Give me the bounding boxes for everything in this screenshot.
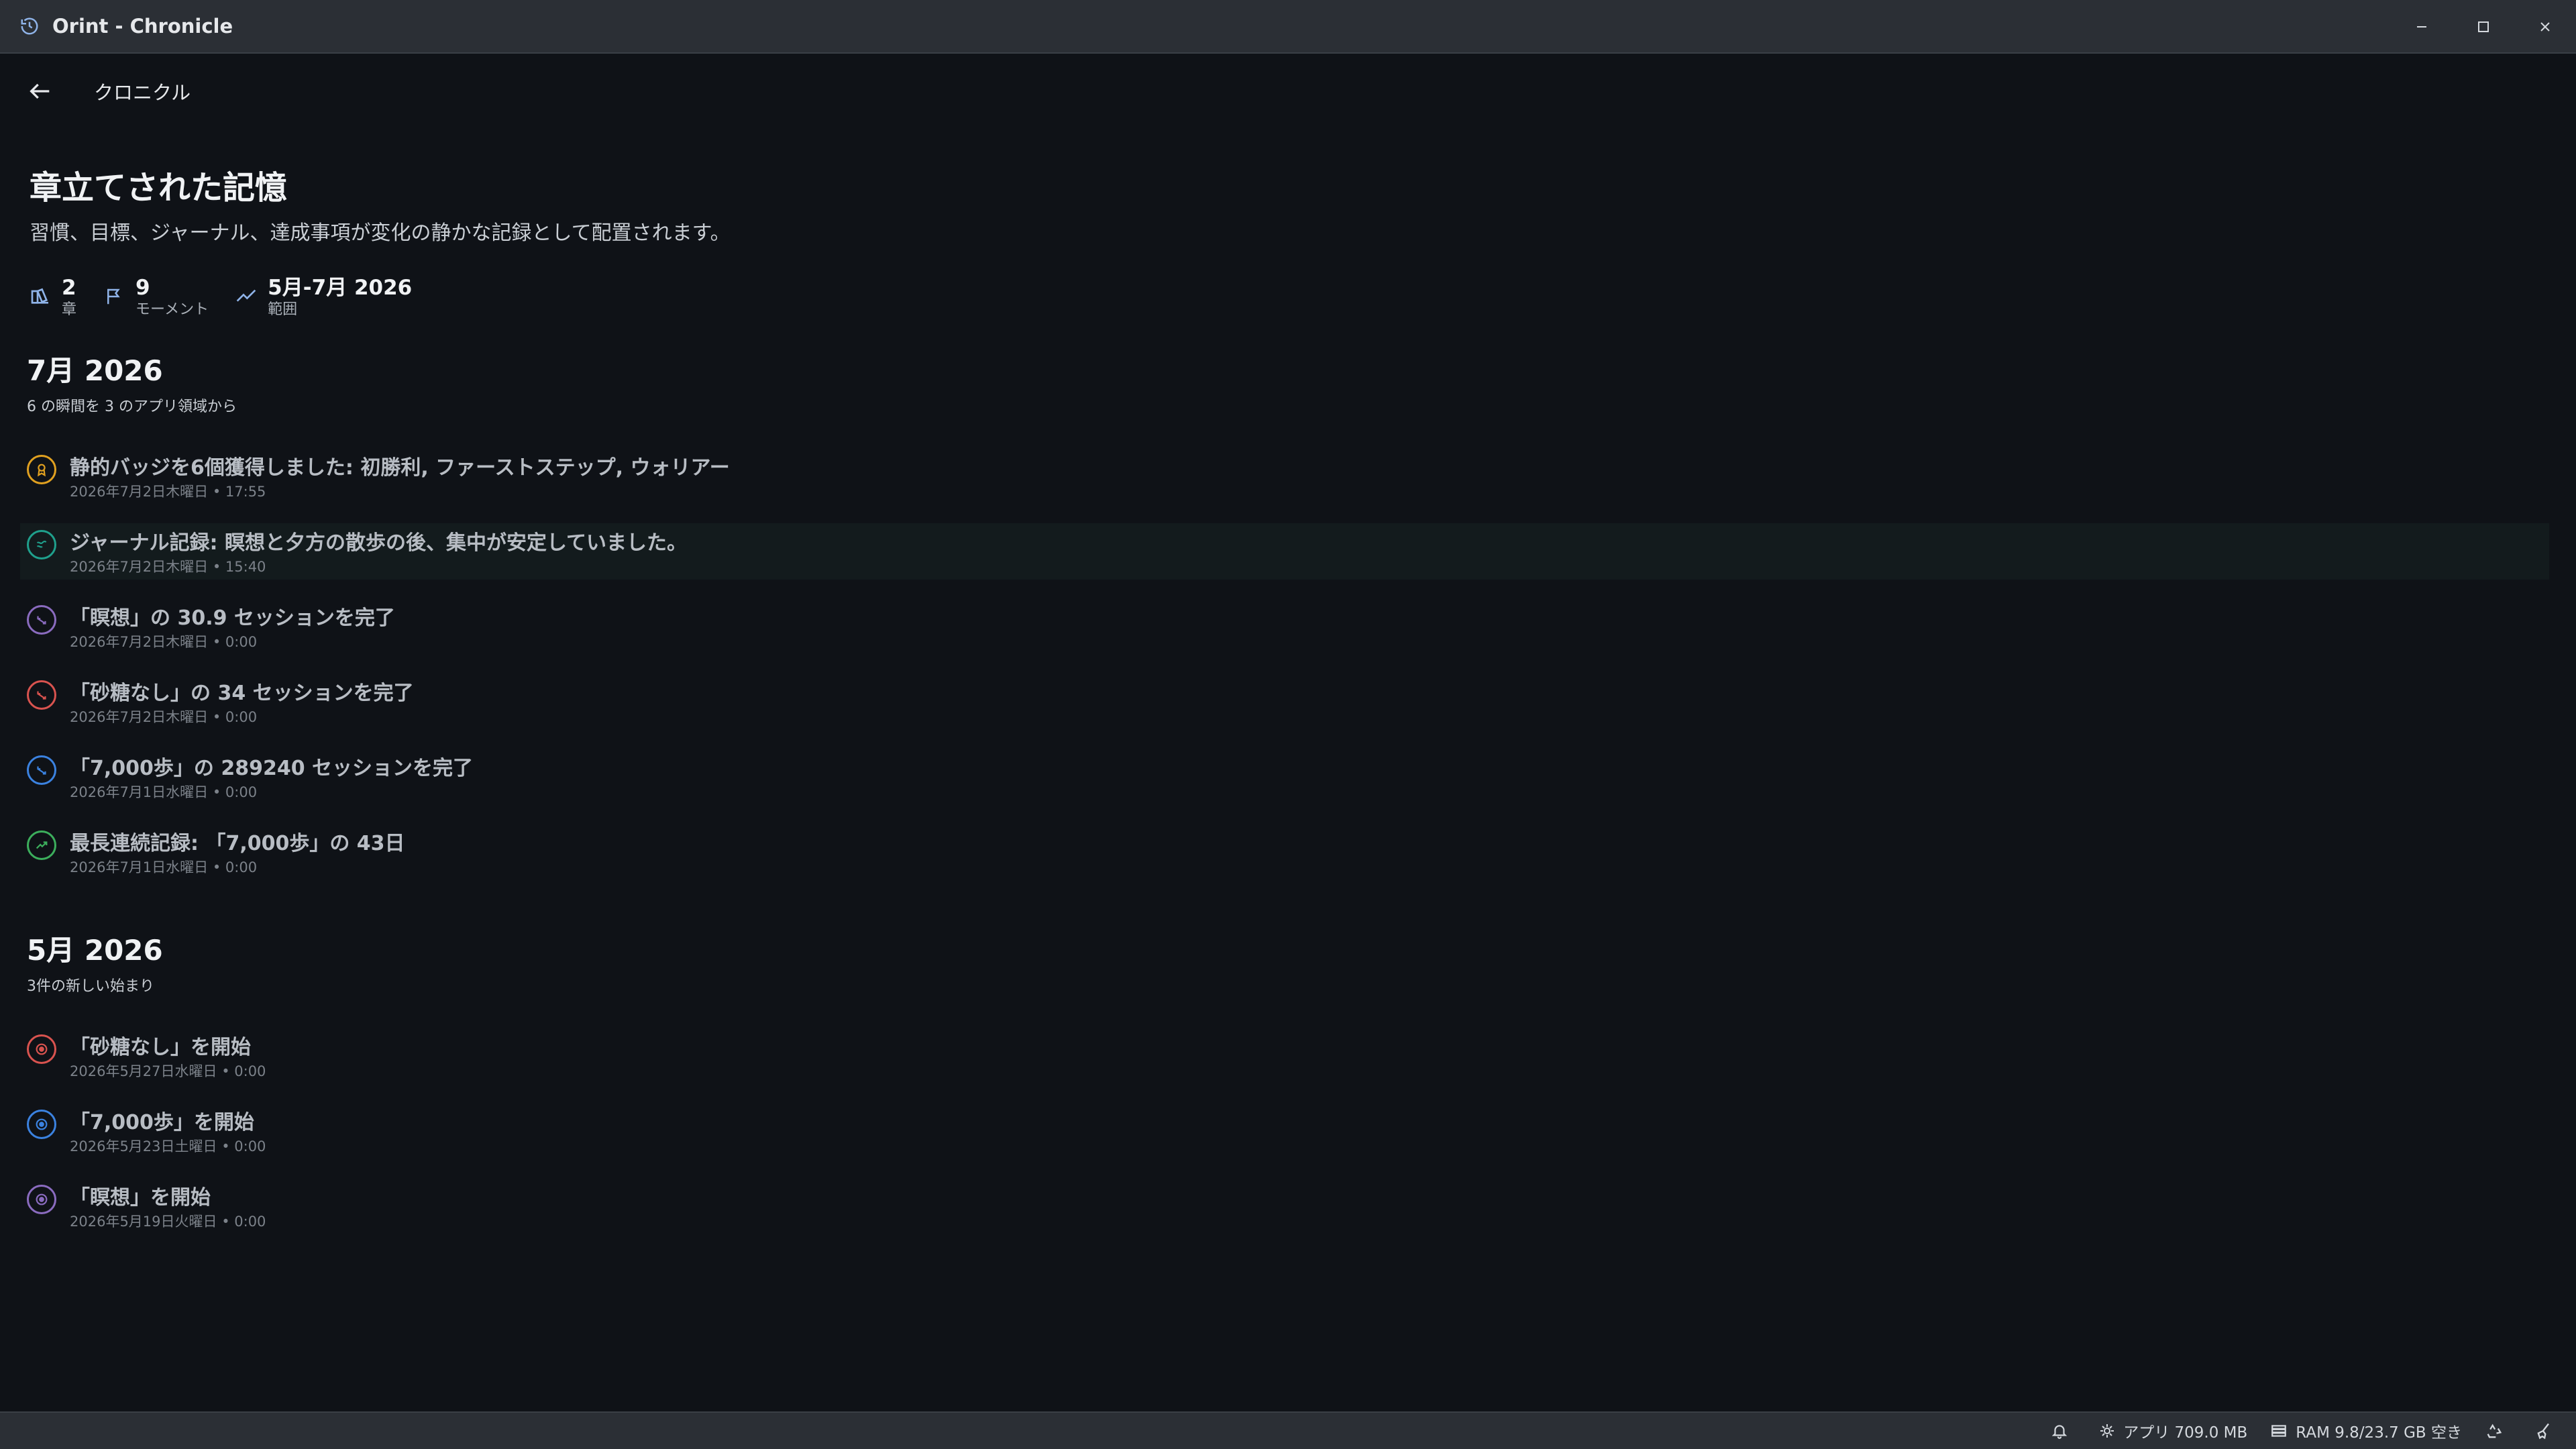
timeline-item-date: 2026年5月27日水曜日 • 0:00	[70, 1063, 266, 1079]
start-icon	[27, 1034, 56, 1064]
start-icon	[27, 1185, 56, 1214]
timeline-item[interactable]: 「7,000歩」の 289240 セッションを完了 2026年7月1日水曜日 •…	[20, 749, 2549, 805]
app-window: Orint - Chronicle クロニクル 章立てされた記憶 習慣、目標、ジ…	[0, 0, 2576, 1449]
timeline-item-title: 「砂糖なし」の 34 セッションを完了	[70, 682, 414, 705]
streak-icon	[27, 830, 56, 860]
timeline-item-title: 「7,000歩」の 289240 セッションを完了	[70, 757, 474, 780]
maximize-button[interactable]	[2453, 0, 2514, 54]
app-memory-text: アプリ 709.0 MB	[2123, 1424, 2248, 1442]
stat-label: 章	[62, 301, 77, 318]
timeline-item-title: 静的バッジを6個獲得しました: 初勝利, ファーストステップ, ウォリアー	[70, 456, 730, 480]
stat-value: 9	[136, 276, 150, 300]
cleanup-button[interactable]	[2534, 1421, 2561, 1440]
history-icon	[19, 15, 40, 37]
timeline-item[interactable]: 「砂糖なし」を開始 2026年5月27日水曜日 • 0:00	[20, 1028, 2549, 1084]
stat-chapters: 2 章	[28, 275, 76, 319]
header-title: クロニクル	[94, 81, 191, 104]
window-controls	[2391, 0, 2576, 54]
back-button[interactable]	[24, 75, 56, 107]
timeline-item-date: 2026年7月1日水曜日 • 0:00	[70, 859, 258, 875]
timeline-item-title: 「砂糖なし」を開始	[70, 1036, 251, 1059]
minimize-button[interactable]	[2391, 0, 2453, 54]
notifications-button[interactable]	[2051, 1422, 2076, 1440]
journal-icon	[27, 530, 56, 559]
page-subtitle: 習慣、目標、ジャーナル、達成事項が変化の静かな記録として配置されます。	[30, 221, 731, 245]
stat-value: 5月-7月 2026	[268, 276, 413, 300]
flag-icon	[102, 284, 126, 309]
arrow-left-icon	[30, 83, 50, 99]
ram-text: RAM 9.8/23.7 GB 空き	[2296, 1424, 2462, 1442]
timeline-item-date: 2026年5月23日土曜日 • 0:00	[70, 1138, 266, 1155]
timeline-item[interactable]: 「瞑想」の 30.9 セッションを完了 2026年7月2日木曜日 • 0:00	[20, 598, 2549, 655]
app-memory-icon	[2100, 1424, 2114, 1438]
recycle-button[interactable]	[2485, 1421, 2512, 1440]
ram-icon	[2271, 1425, 2287, 1437]
timeline-item-title: 最長連続記録: 「7,000歩」の 43日	[70, 832, 405, 855]
chapter-subtitle: 6 の瞬間を 3 のアプリ領域から	[27, 398, 237, 415]
timeline-item[interactable]: ジャーナル記録: 瞑想と夕方の散歩の後、集中が安定していました。 2026年7月…	[20, 523, 2549, 580]
timeline-item-title: ジャーナル記録: 瞑想と夕方の散歩の後、集中が安定していました。	[70, 531, 688, 555]
stats-row: 2 章 9 モーメント 5月-7月 2026 範囲	[28, 275, 437, 319]
page-header: クロニクル	[0, 64, 2576, 118]
timeline-item-date: 2026年7月2日木曜日 • 0:00	[70, 709, 258, 725]
title-bar: Orint - Chronicle	[0, 0, 2576, 54]
broom-icon	[2537, 1423, 2549, 1440]
app-memory-indicator: アプリ 709.0 MB	[2099, 1419, 2247, 1442]
stat-value: 2	[62, 276, 76, 300]
bell-icon	[2051, 1425, 2068, 1439]
chapter-section: 7月 2026 6 の瞬間を 3 のアプリ領域から	[27, 353, 237, 416]
timeline-item[interactable]: 「瞑想」を開始 2026年5月19日火曜日 • 0:00	[20, 1178, 2549, 1234]
badge-icon	[27, 455, 56, 484]
timeline-item-title: 「7,000歩」を開始	[70, 1111, 254, 1134]
ram-indicator: RAM 9.8/23.7 GB 空き	[2270, 1419, 2462, 1442]
chapters-icon	[28, 284, 52, 309]
page-title: 章立てされた記憶	[30, 169, 288, 207]
session-icon	[27, 680, 56, 710]
chapter-section: 5月 2026 3件の新しい始まり	[27, 932, 163, 996]
stat-range: 5月-7月 2026 範囲	[234, 275, 412, 319]
window-title: Orint - Chronicle	[52, 15, 233, 38]
close-button[interactable]	[2514, 0, 2576, 54]
timeline-item-title: 「瞑想」を開始	[70, 1186, 211, 1210]
trend-icon	[234, 284, 258, 309]
timeline-item[interactable]: 最長連続記録: 「7,000歩」の 43日 2026年7月1日水曜日 • 0:0…	[20, 824, 2549, 880]
timeline-item-date: 2026年5月19日火曜日 • 0:00	[70, 1214, 266, 1230]
stat-label: モーメント	[136, 301, 209, 318]
timeline-item[interactable]: 「砂糖なし」の 34 セッションを完了 2026年7月2日木曜日 • 0:00	[20, 674, 2549, 730]
chapter-title: 5月 2026	[27, 934, 163, 967]
timeline-item-date: 2026年7月2日木曜日 • 15:40	[70, 559, 266, 575]
timeline-item-date: 2026年7月1日水曜日 • 0:00	[70, 784, 258, 800]
timeline-item[interactable]: 「7,000歩」を開始 2026年5月23日土曜日 • 0:00	[20, 1103, 2549, 1159]
status-bar: アプリ 709.0 MB RAM 9.8/23.7 GB 空き	[0, 1411, 2576, 1449]
session-icon	[27, 755, 56, 785]
recycle-icon	[2487, 1424, 2502, 1438]
start-icon	[27, 1110, 56, 1139]
session-icon	[27, 605, 56, 635]
timeline-item-title: 「瞑想」の 30.9 セッションを完了	[70, 606, 395, 630]
timeline-item-date: 2026年7月2日木曜日 • 0:00	[70, 634, 258, 650]
timeline-item[interactable]: 静的バッジを6個獲得しました: 初勝利, ファーストステップ, ウォリアー 20…	[20, 448, 2549, 504]
timeline-item-date: 2026年7月2日木曜日 • 17:55	[70, 484, 266, 500]
chapter-title: 7月 2026	[27, 354, 163, 387]
stat-moments: 9 モーメント	[102, 275, 209, 319]
chapter-subtitle: 3件の新しい始まり	[27, 978, 154, 995]
stat-label: 範囲	[268, 301, 298, 318]
